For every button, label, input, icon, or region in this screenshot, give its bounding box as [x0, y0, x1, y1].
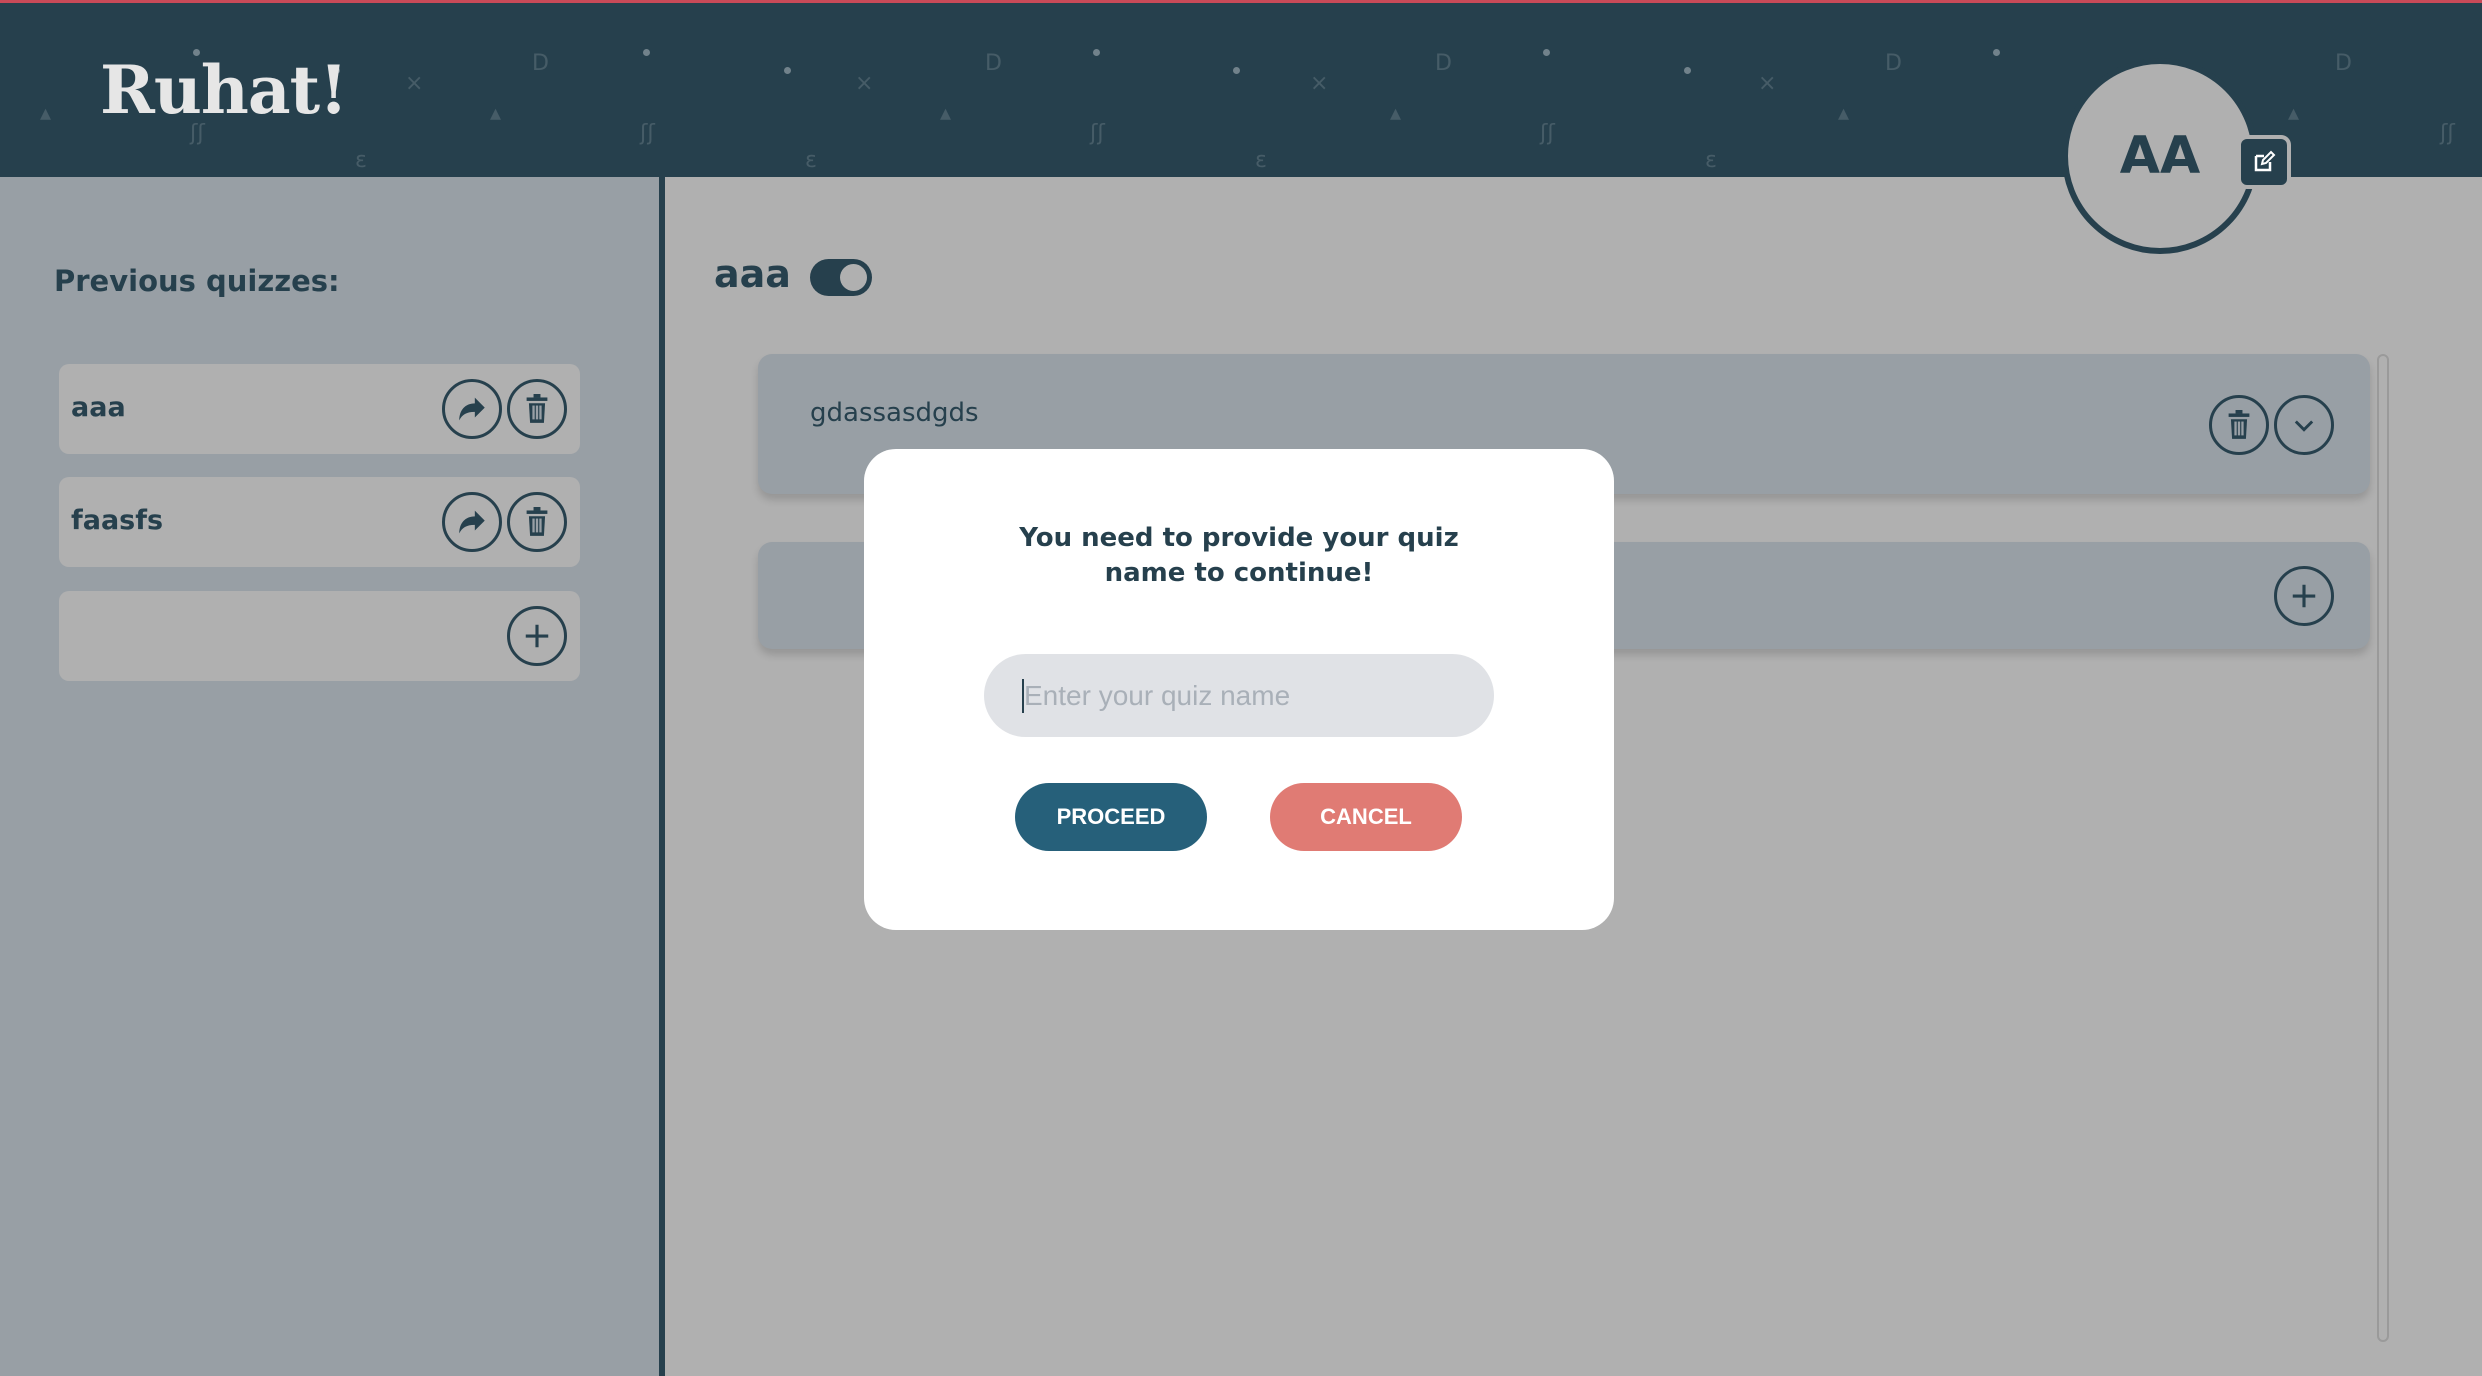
sidebar-divider	[659, 177, 665, 1376]
avatar-initials: AA	[2119, 126, 2201, 186]
sidebar-title: Previous quizzes:	[54, 264, 340, 298]
quiz-item-name: faasfs	[71, 505, 164, 536]
edit-profile-button[interactable]	[2237, 135, 2291, 189]
question-text: gdassasdgds	[810, 398, 979, 428]
quiz-title: aaa	[714, 252, 791, 296]
quiz-name-dialog: You need to provide your quiz name to co…	[864, 449, 1614, 930]
quiz-item-name: aaa	[71, 392, 126, 423]
profile-avatar[interactable]: AA	[2062, 58, 2258, 254]
text-caret	[1022, 679, 1024, 713]
proceed-button[interactable]: PROCEED	[1015, 783, 1207, 851]
dialog-message: You need to provide your quiz name to co…	[1019, 523, 1459, 588]
quiz-item[interactable]: aaa	[59, 364, 580, 454]
delete-quiz-button[interactable]	[507, 379, 567, 439]
delete-quiz-button[interactable]	[507, 492, 567, 552]
share-icon	[459, 510, 485, 534]
trash-icon	[526, 507, 548, 536]
scrollbar[interactable]	[2377, 354, 2389, 1342]
edit-icon	[2254, 150, 2276, 172]
quiz-visibility-toggle[interactable]	[810, 259, 872, 296]
trash-icon	[526, 394, 548, 423]
quiz-name-input[interactable]	[984, 654, 1494, 737]
app-logo[interactable]: Ruhat!	[100, 51, 348, 129]
share-quiz-button[interactable]	[442, 492, 502, 552]
quiz-item[interactable]: faasfs	[59, 477, 580, 567]
cancel-button[interactable]: CANCEL	[1270, 783, 1462, 851]
chevron-down-icon	[2294, 420, 2314, 432]
plus-icon	[2292, 584, 2316, 608]
toggle-knob	[840, 264, 867, 291]
share-icon	[459, 397, 485, 421]
share-quiz-button[interactable]	[442, 379, 502, 439]
add-quiz-card	[59, 591, 580, 681]
sidebar	[0, 177, 660, 1376]
trash-icon	[2228, 410, 2250, 439]
delete-question-button[interactable]	[2209, 395, 2269, 455]
add-question-button[interactable]	[2274, 566, 2334, 626]
expand-question-button[interactable]	[2274, 395, 2334, 455]
add-quiz-button[interactable]	[507, 606, 567, 666]
plus-icon	[525, 624, 549, 648]
